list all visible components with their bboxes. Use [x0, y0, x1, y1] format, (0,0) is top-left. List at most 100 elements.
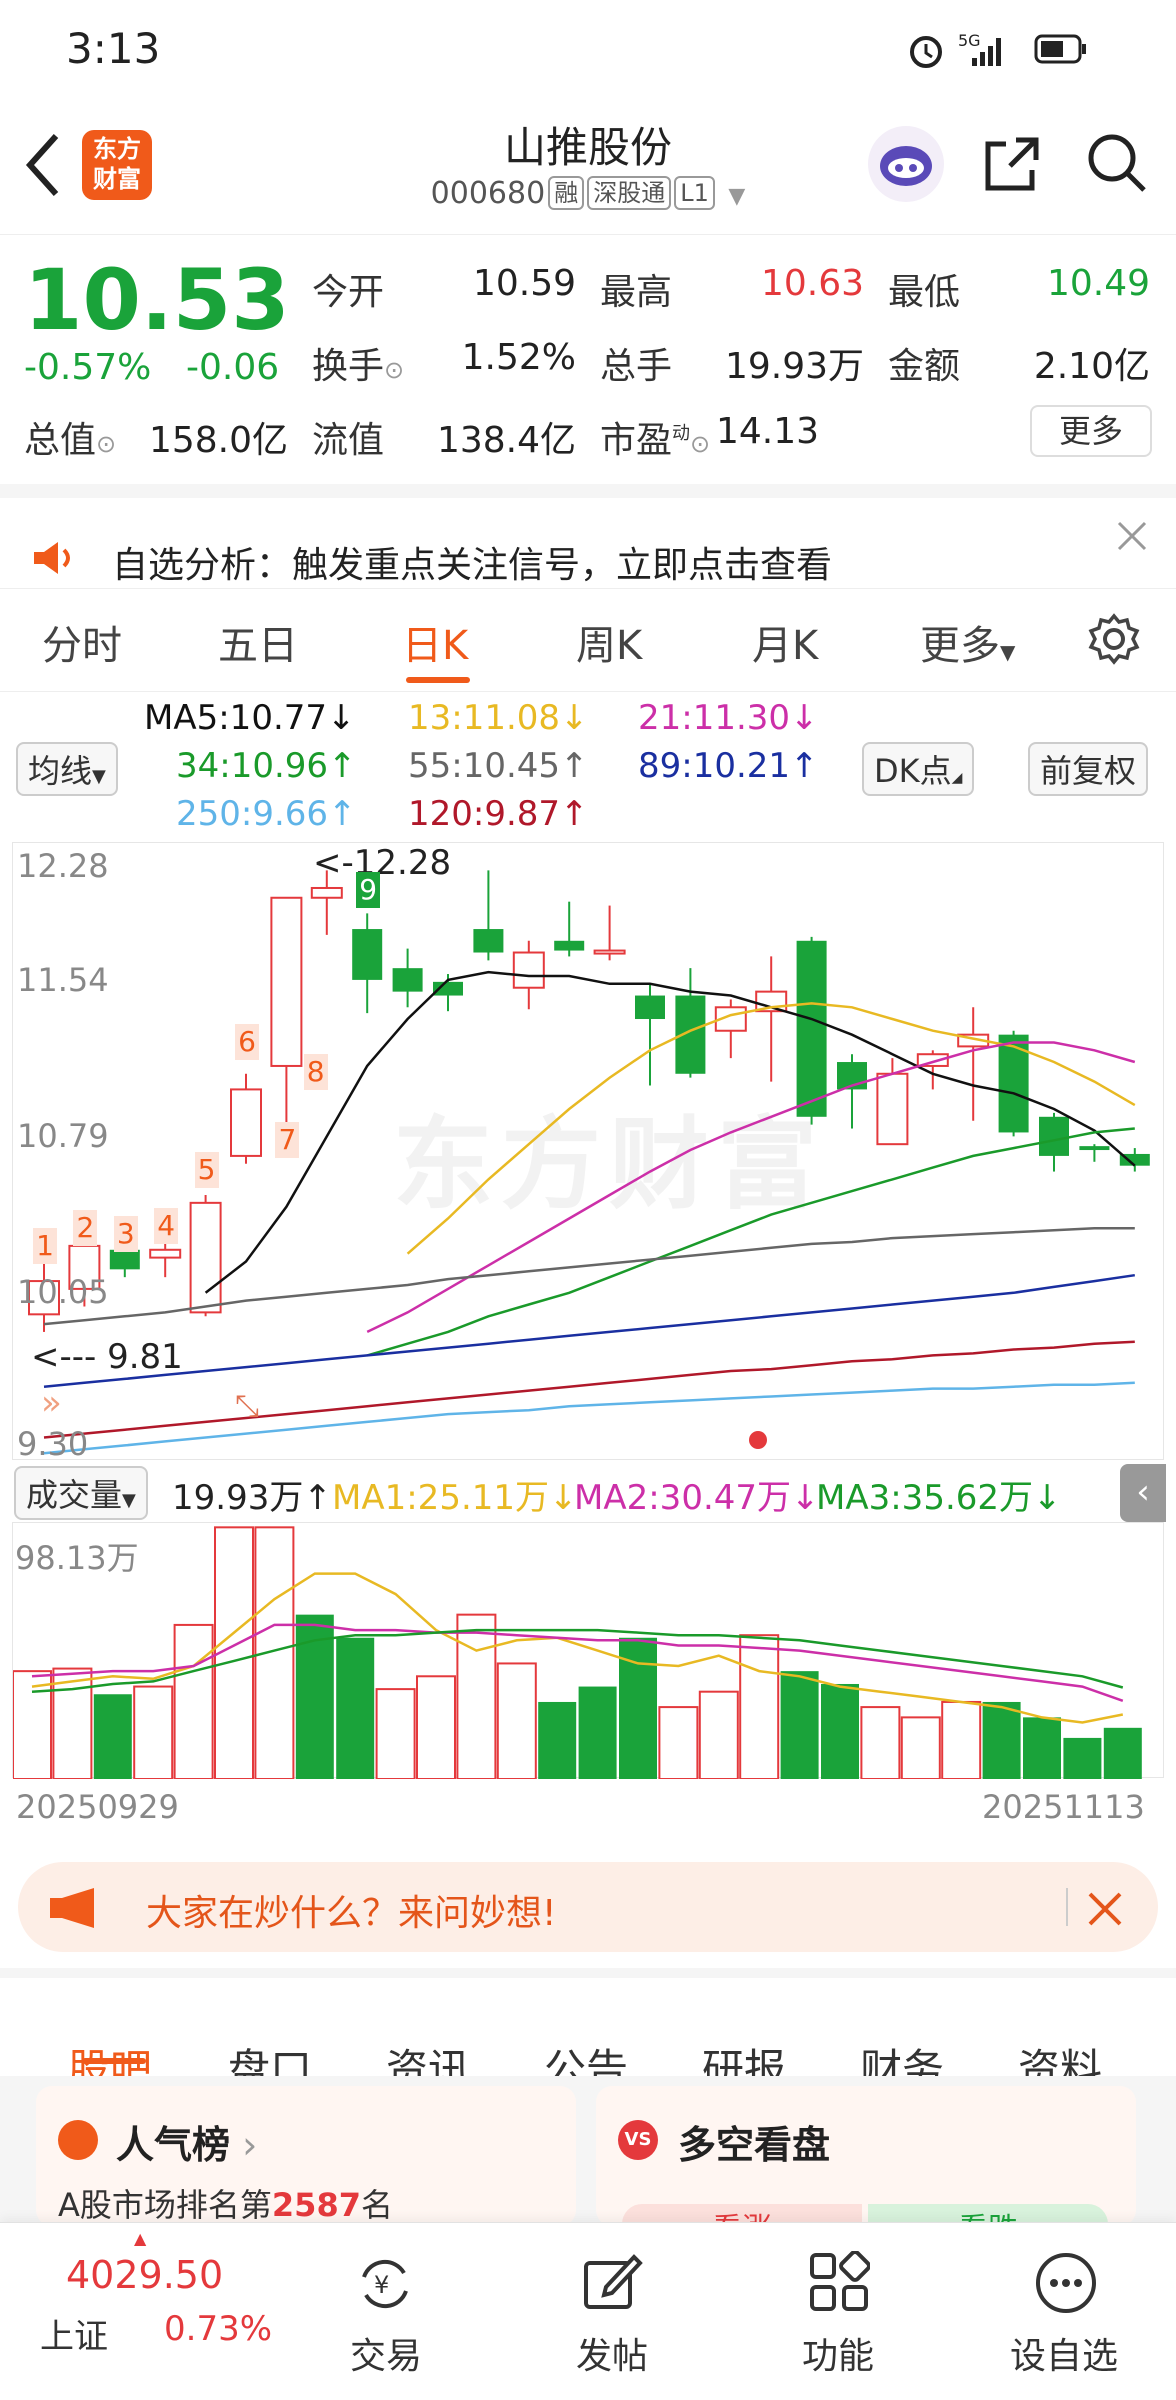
index-name[interactable]: 上证	[40, 2309, 108, 2358]
candle-body	[554, 940, 585, 951]
tab-five-day[interactable]: 五日	[218, 613, 298, 671]
volume-bar	[375, 1688, 416, 1779]
amount-label: 金额	[888, 346, 961, 387]
dropdown-triangle-icon[interactable]: ▼	[728, 184, 745, 209]
turnover-label[interactable]: 换手⊙	[312, 337, 404, 389]
ma120-label: 120:9.87↑	[408, 794, 589, 834]
close-icon[interactable]	[1116, 520, 1148, 552]
ma55-label: 55:10.45↑	[408, 746, 589, 786]
event-dot[interactable]	[749, 1431, 767, 1449]
ma-legend: MA5:10.77↓ 13:11.08↓ 21:11.30↓ 均线▼ 34:10…	[0, 692, 1176, 842]
search-icon[interactable]	[1086, 132, 1148, 196]
volume-bar	[900, 1716, 941, 1779]
stock-code: 000680	[430, 176, 546, 211]
low-marker: <--- 9.81	[31, 1337, 183, 1377]
bullbear-card[interactable]: VS 多空看盘 看涨 看跌	[596, 2086, 1136, 2247]
ad-banner[interactable]: 大家在炒什么？来问妙想!	[18, 1862, 1158, 1952]
volume-bar	[860, 1706, 901, 1779]
signal-tag-3[interactable]: 3	[113, 1216, 138, 1253]
signal-tag-5[interactable]: 5	[194, 1151, 219, 1188]
index-value[interactable]: 4029.50	[66, 2253, 223, 2297]
volume-legend: 成交量▼ 19.93万↑ MA1:25.11万↓ MA2:30.47万↓ MA3…	[0, 1462, 1176, 1522]
y-tick-2: 11.54	[17, 961, 109, 999]
settings-gear-icon[interactable]	[1088, 613, 1140, 665]
signal-tag-1[interactable]: 1	[33, 1227, 57, 1264]
adjust-button[interactable]: 前复权	[1028, 742, 1149, 796]
dk-point-button[interactable]: DK点◢	[862, 742, 975, 796]
status-time: 3:13	[66, 24, 161, 73]
expand-arrows-icon[interactable]: ⤡	[235, 1389, 259, 1424]
notice-bar[interactable]: 自选分析：触发重点关注信号，立即点击查看	[0, 520, 1176, 590]
signal-tag-2[interactable]: 2	[73, 1210, 98, 1247]
collapse-side-icon[interactable]: ‹	[1120, 1464, 1166, 1522]
signal-tag-8[interactable]: 8	[303, 1053, 328, 1090]
nav-watchlist[interactable]: 设自选	[984, 2327, 1144, 2379]
nav-function[interactable]: 功能	[758, 2327, 918, 2379]
tab-daily-k[interactable]: 日K	[402, 613, 468, 671]
status-bar: 3:13 5G	[0, 0, 1176, 100]
signal-tag-4[interactable]: 4	[154, 1208, 179, 1245]
low-value: 10.49	[1046, 263, 1150, 304]
mktcap-value: 158.0亿	[148, 420, 288, 461]
info-icon: ⊙	[690, 430, 711, 458]
function-grid-icon[interactable]	[808, 2251, 870, 2313]
battery-icon	[1034, 34, 1086, 64]
ad-text: 大家在炒什么？来问妙想!	[146, 1893, 557, 1934]
tab-intraday[interactable]: 分时	[42, 613, 122, 671]
kline-chart[interactable]: 东方财富 12.28 11.54 10.79 10.05 9.30 <-12.2…	[12, 842, 1164, 1463]
active-tab-indicator	[406, 677, 470, 683]
watchlist-more-icon[interactable]	[1034, 2251, 1098, 2315]
collapse-arrows-icon[interactable]: »	[41, 1383, 62, 1423]
volume-bar	[658, 1706, 699, 1779]
trade-icon[interactable]: ¥	[352, 2253, 418, 2315]
turnover-value: 1.52%	[461, 337, 576, 378]
ma-selector[interactable]: 均线▼	[16, 742, 118, 796]
candle-body	[270, 896, 303, 1067]
volume-bar	[739, 1634, 780, 1779]
notice-text: 自选分析：触发重点关注信号，立即点击查看	[112, 545, 833, 586]
up-triangle-icon: ▲	[134, 2229, 147, 2248]
candle-body	[635, 995, 665, 1020]
tab-weekly-k[interactable]: 周K	[576, 613, 642, 671]
last-price: 10.53	[24, 251, 290, 349]
signal-tag-7[interactable]: 7	[275, 1122, 300, 1159]
info-icon: ⊙	[96, 430, 117, 458]
popularity-title: 人气榜 ›	[116, 2123, 258, 2167]
section-divider	[0, 1968, 1176, 1978]
post-edit-icon[interactable]	[582, 2251, 644, 2313]
y-tick-1: 12.28	[17, 847, 109, 885]
volume-bar	[93, 1694, 132, 1779]
assistant-robot-icon[interactable]	[866, 124, 946, 204]
y-tick-3: 10.79	[17, 1117, 109, 1155]
tab-more[interactable]: 更多▼	[920, 613, 1015, 671]
volume-chart[interactable]: 98.13万	[12, 1522, 1164, 1779]
close-icon[interactable]	[1086, 1890, 1124, 1928]
signal-tag-9[interactable]: 9	[356, 871, 381, 908]
candle-body	[109, 1249, 140, 1270]
popularity-card[interactable]: 人气榜 › A股市场排名第2587名	[36, 2086, 576, 2226]
date-start: 20250929	[16, 1788, 179, 1826]
tab-monthly-k[interactable]: 月K	[752, 613, 818, 671]
candle-body	[876, 1072, 909, 1146]
nav-trade[interactable]: 交易	[306, 2327, 466, 2379]
open-value: 10.59	[472, 263, 576, 304]
pe-label[interactable]: 市盈动⊙	[600, 411, 710, 463]
volume-bar	[821, 1683, 859, 1779]
candle-body	[149, 1248, 182, 1259]
high-marker: <-12.28	[313, 843, 452, 883]
share-icon[interactable]	[982, 134, 1042, 194]
index-change[interactable]: 0.73%	[164, 2309, 272, 2349]
signal-tag-6[interactable]: 6	[235, 1024, 259, 1061]
candle-body	[230, 1088, 262, 1157]
volume-bar	[13, 1670, 52, 1779]
nav-post[interactable]: 发帖	[532, 2327, 692, 2379]
mktcap-label[interactable]: 总值⊙	[24, 411, 116, 463]
volume-bar	[1023, 1717, 1061, 1779]
volume-bar	[133, 1685, 174, 1779]
vs-icon: VS	[618, 2120, 658, 2160]
date-end: 20251113	[982, 1788, 1145, 1826]
active-tab-indicator	[82, 2058, 146, 2064]
volume-selector[interactable]: 成交量▼	[14, 1466, 148, 1520]
more-button[interactable]: 更多	[1030, 405, 1152, 457]
ma250-label: 250:9.66↑	[176, 794, 357, 834]
